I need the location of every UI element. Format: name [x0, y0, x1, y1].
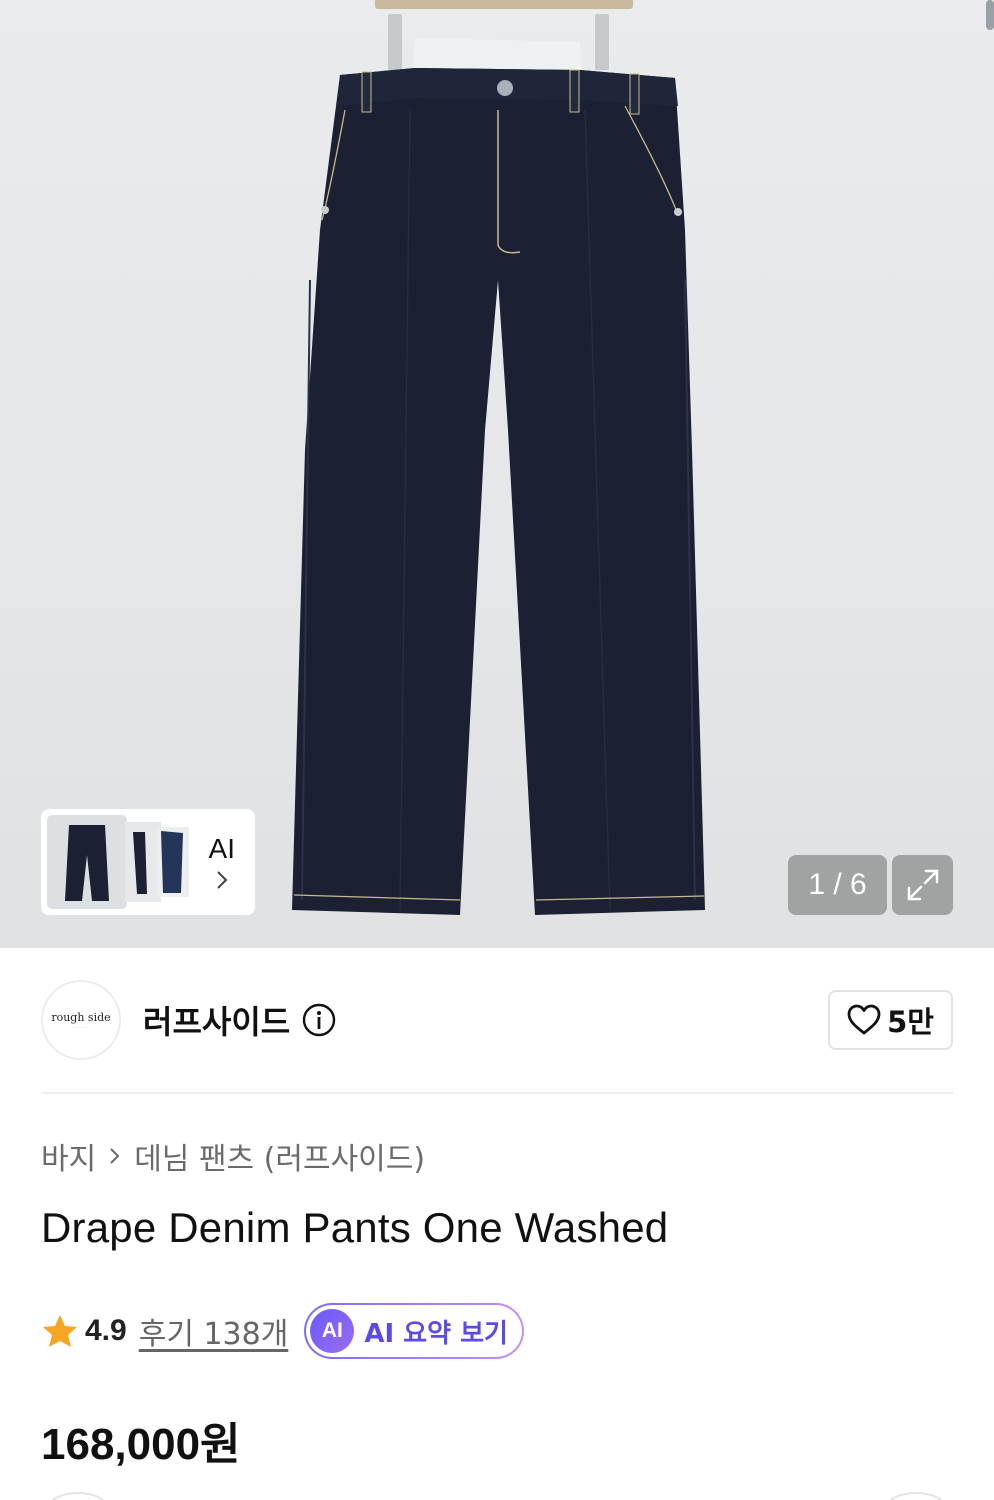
- ai-thumbnail-strip[interactable]: AI: [41, 809, 255, 915]
- rating-row: 4.9 후기 138개 AI AI 요약 보기: [41, 1303, 524, 1359]
- thumbnail-ai-link[interactable]: AI: [209, 833, 235, 891]
- scroll-indicator: [986, 0, 994, 30]
- hanger-bar: [375, 0, 633, 9]
- chevron-right-icon: [108, 1145, 122, 1167]
- brand-logo-subtext: · · · · · ·: [74, 1024, 88, 1030]
- rating-value: 4.9: [85, 1314, 127, 1347]
- like-button[interactable]: 5만: [828, 990, 953, 1050]
- product-price: 168,000원: [41, 1420, 241, 1469]
- review-count-link[interactable]: 후기 138개: [139, 1309, 289, 1353]
- like-count: 5만: [887, 1005, 934, 1039]
- star-icon: [43, 1315, 77, 1347]
- thumbnail-jeans-side-icon: [133, 832, 147, 894]
- thumbnail-model: [157, 827, 189, 897]
- brand-logo[interactable]: rough side · · · · · ·: [41, 980, 121, 1060]
- chevron-right-icon: [217, 871, 228, 889]
- image-counter: 1 / 6: [788, 855, 887, 915]
- brand-logo-text: rough side: [51, 1010, 111, 1024]
- bottom-element-right: [886, 1492, 946, 1500]
- expand-icon: [907, 869, 938, 901]
- brand-name[interactable]: 러프사이드: [143, 997, 290, 1043]
- breadcrumb: 바지 데님 팬츠 (러프사이드): [41, 1134, 425, 1178]
- info-circle-icon: [303, 1003, 336, 1037]
- thumbnail-front: [47, 815, 127, 909]
- info-icon[interactable]: [302, 1003, 336, 1037]
- breadcrumb-category[interactable]: 바지: [41, 1134, 96, 1178]
- expand-button[interactable]: [892, 855, 953, 915]
- thumbnail-jeans-model-icon: [161, 831, 183, 893]
- ai-badge-icon: AI: [310, 1309, 355, 1353]
- product-title: Drape Denim Pants One Washed: [41, 1204, 669, 1251]
- product-image-gallery[interactable]: AI 1 / 6: [0, 0, 994, 948]
- ai-summary-label: AI 요약 보기: [364, 1318, 508, 1349]
- breadcrumb-subcategory[interactable]: 데님 팬츠 (러프사이드): [134, 1134, 425, 1178]
- thumbnail-jeans-front-icon: [65, 825, 109, 901]
- thumbnail-side: [125, 822, 161, 902]
- heart-icon: [847, 1004, 881, 1035]
- divider: [41, 1092, 953, 1094]
- thumbnail-ai-label: AI: [208, 833, 235, 864]
- brand-row: rough side · · · · · · 러프사이드 5만: [41, 980, 953, 1060]
- ai-summary-button[interactable]: AI AI 요약 보기: [304, 1303, 524, 1359]
- bottom-element-left: [48, 1492, 108, 1500]
- product-photo-jeans: [292, 38, 705, 915]
